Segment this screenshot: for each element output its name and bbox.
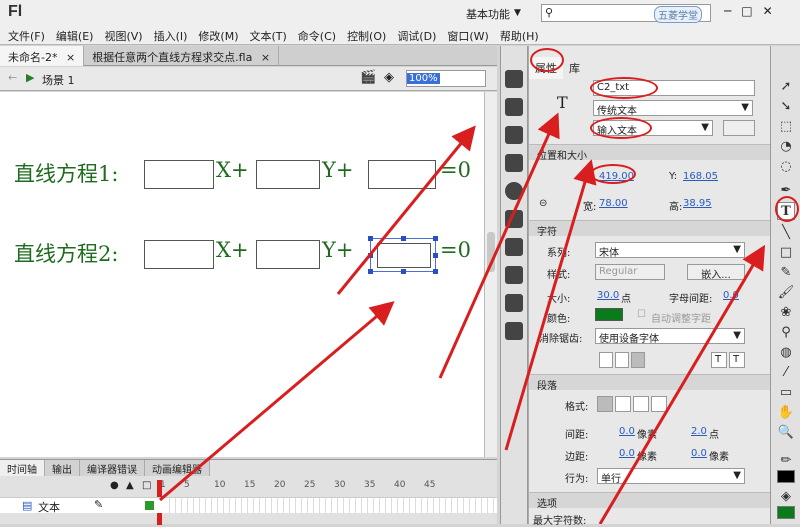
annotation-arrows [159, 112, 766, 524]
arrow-to-x-value [504, 159, 597, 451]
arrow-to-text-tool [598, 244, 766, 524]
arrow-to-selected-field [159, 301, 395, 502]
arrow-to-stage-top [336, 125, 476, 295]
